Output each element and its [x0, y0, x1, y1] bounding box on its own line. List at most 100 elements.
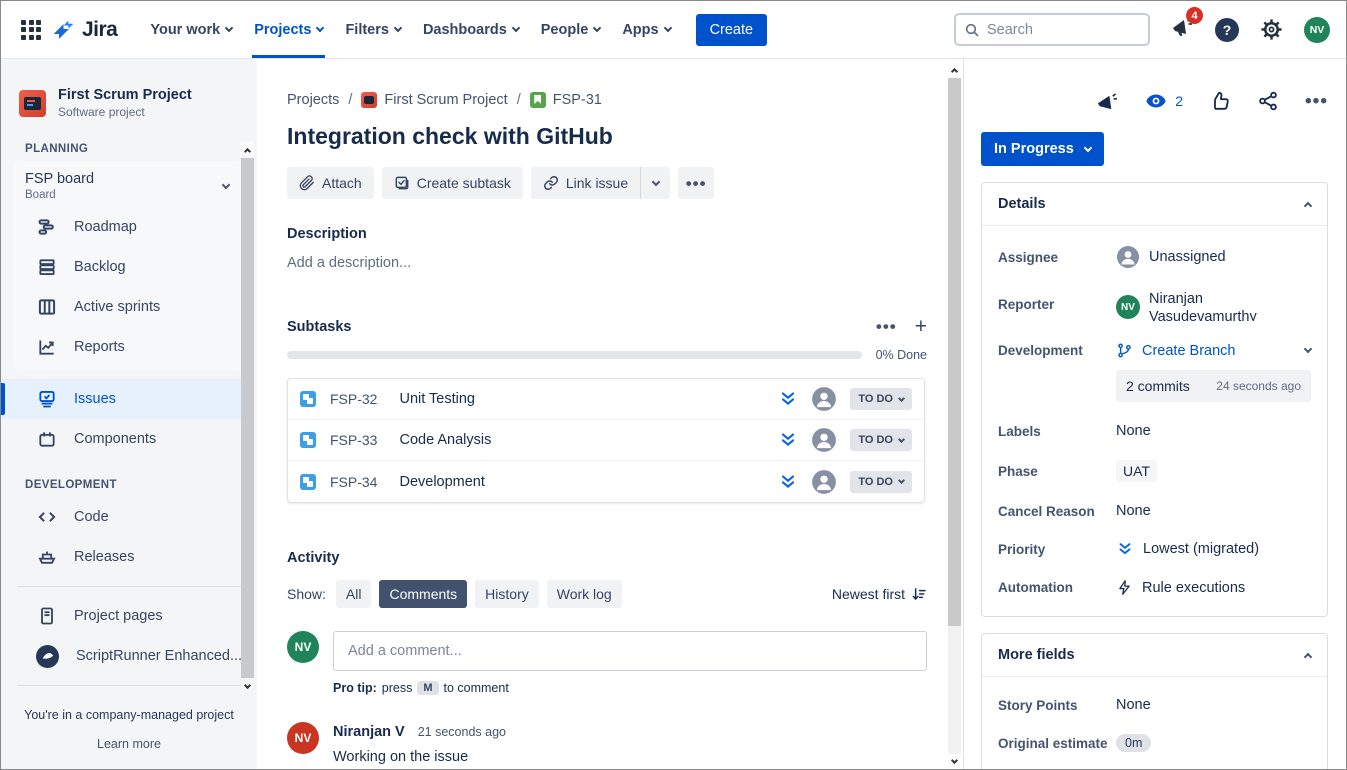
automation-value[interactable]: Rule executions [1116, 579, 1311, 596]
link-issue-button[interactable]: Link issue [531, 167, 640, 199]
filter-worklog[interactable]: Work log [547, 580, 622, 608]
commits-summary[interactable]: 2 commits 24 seconds ago [1116, 370, 1311, 402]
attach-button[interactable]: Attach [287, 167, 374, 199]
settings-button[interactable] [1260, 18, 1283, 41]
subtask-status-dropdown[interactable]: TO DO [850, 388, 912, 410]
assignee-value[interactable]: Unassigned [1116, 245, 1311, 269]
subtask-key-link[interactable]: FSP-34 [330, 474, 377, 490]
status-dropdown[interactable]: In Progress [981, 132, 1104, 166]
watch-button[interactable]: 2 [1144, 89, 1183, 113]
help-button[interactable]: ? [1215, 18, 1239, 42]
issue-title[interactable]: Integration check with GitHub [287, 123, 963, 150]
learn-more-link[interactable]: Learn more [97, 737, 161, 751]
app-switcher-icon[interactable] [21, 20, 41, 40]
sidebar-item-active-sprints[interactable]: Active sprints [13, 287, 245, 327]
nav-item-your-work[interactable]: Your work [139, 1, 243, 58]
project-name: First Scrum Project [58, 87, 192, 103]
filter-all[interactable]: All [336, 580, 372, 608]
search-input[interactable]: Search [954, 13, 1150, 46]
scroll-up-button[interactable] [948, 62, 962, 77]
board-selector[interactable]: FSP board Board [13, 163, 245, 207]
breadcrumb-project[interactable]: First Scrum Project [361, 92, 507, 108]
sidebar-item-releases[interactable]: Releases [1, 537, 257, 577]
feedback-button[interactable] [1095, 90, 1118, 113]
scroll-up-button[interactable] [240, 142, 254, 157]
link-issue-dropdown[interactable] [640, 167, 670, 199]
cancel-reason-value[interactable]: None [1116, 503, 1151, 519]
create-button[interactable]: Create [696, 14, 768, 46]
assignee-avatar-icon[interactable] [811, 427, 837, 453]
scrollbar-track[interactable] [948, 626, 961, 754]
subtask-row[interactable]: FSP-34 Development TO DO [288, 461, 924, 502]
sidebar-item-backlog[interactable]: Backlog [13, 247, 245, 287]
details-header[interactable]: Details [982, 183, 1327, 226]
panel-more-button[interactable]: ••• [1305, 92, 1328, 111]
breadcrumb-issue-key[interactable]: FSP-31 [530, 92, 602, 108]
nav-item-apps[interactable]: Apps [611, 1, 681, 58]
subtask-key-link[interactable]: FSP-32 [330, 391, 377, 407]
subtask-summary[interactable]: Development [399, 474, 778, 490]
subtasks-progress: 0% Done [287, 348, 927, 362]
issues-icon [37, 389, 57, 409]
sidebar-item-issues[interactable]: Issues [1, 379, 243, 419]
comment-item: NV Niranjan V 21 seconds ago Working on … [287, 722, 927, 769]
chevron-down-icon[interactable] [1304, 345, 1312, 353]
field-phase: Phase UAT [998, 460, 1311, 482]
sidebar-item-code[interactable]: Code [1, 497, 257, 537]
subtask-summary[interactable]: Unit Testing [399, 391, 778, 407]
sidebar-item-reports[interactable]: Reports [13, 327, 245, 367]
scroll-down-button[interactable] [240, 679, 254, 694]
create-subtask-button[interactable]: Create subtask [382, 167, 523, 199]
create-branch-link[interactable]: Create Branch [1142, 343, 1236, 359]
subtask-key-link[interactable]: FSP-33 [330, 432, 377, 448]
nav-item-filters[interactable]: Filters [334, 1, 412, 58]
comment-input[interactable]: Add a comment... [333, 631, 927, 671]
nav-item-dashboards[interactable]: Dashboards [412, 1, 530, 58]
subtasks-more-button[interactable]: ••• [876, 318, 897, 335]
scrollbar-thumb[interactable] [241, 158, 254, 678]
filter-comments[interactable]: Comments [379, 580, 467, 608]
field-reporter: Reporter NV Niranjan Vasudevamurthy [998, 290, 1311, 321]
share-icon [1257, 90, 1279, 112]
filter-history[interactable]: History [475, 580, 539, 608]
vote-button[interactable] [1209, 90, 1231, 112]
add-subtask-button[interactable]: + [915, 316, 927, 337]
subtask-row[interactable]: FSP-32 Unit Testing TO DO [288, 379, 924, 420]
sidebar-item-scriptrunner[interactable]: ScriptRunner Enhanced... [1, 636, 257, 676]
sidebar-item-components[interactable]: Components [1, 419, 257, 459]
subtask-status-dropdown[interactable]: TO DO [850, 471, 912, 493]
project-header[interactable]: First Scrum Project Software project [1, 75, 257, 133]
scroll-down-button[interactable] [948, 754, 962, 769]
sidebar-item-roadmap[interactable]: Roadmap [13, 207, 245, 247]
notifications-button[interactable]: 4 [1170, 15, 1194, 44]
priority-value[interactable]: Lowest (migrated) [1116, 540, 1311, 558]
sidebar-scrollbar [240, 142, 254, 694]
subtask-status-dropdown[interactable]: TO DO [850, 429, 912, 451]
description-placeholder[interactable]: Add a description... [287, 255, 963, 271]
story-points-value[interactable]: None [1116, 697, 1151, 713]
sidebar-item-project-pages[interactable]: Project pages [1, 596, 257, 636]
share-button[interactable] [1257, 90, 1279, 112]
breadcrumb-projects[interactable]: Projects [287, 92, 339, 108]
jira-logo[interactable]: Jira [51, 17, 117, 42]
more-fields-header[interactable]: More fields [982, 634, 1327, 677]
sort-order-control[interactable]: Newest first [832, 586, 927, 602]
assignee-avatar-icon[interactable] [811, 469, 837, 495]
estimate-value[interactable]: 0m [1116, 734, 1151, 752]
assignee-avatar-icon[interactable] [811, 386, 837, 412]
nav-item-people[interactable]: People [530, 1, 612, 58]
user-avatar[interactable]: NV [1304, 17, 1330, 43]
commits-time: 24 seconds ago [1216, 379, 1301, 393]
scrollbar-thumb[interactable] [948, 78, 961, 626]
reporter-value[interactable]: NV Niranjan Vasudevamurthy [1116, 290, 1311, 321]
labels-value[interactable]: None [1116, 423, 1151, 439]
phase-value[interactable]: UAT [1116, 460, 1157, 482]
nav-item-projects[interactable]: Projects [243, 1, 334, 58]
breadcrumb: Projects / First Scrum Project / FSP-31 [287, 92, 963, 108]
subtask-row[interactable]: FSP-33 Code Analysis TO DO [288, 420, 924, 461]
comment-author[interactable]: Niranjan V [333, 724, 405, 740]
subtask-summary[interactable]: Code Analysis [399, 432, 778, 448]
development-section-label: DEVELOPMENT [1, 479, 257, 491]
more-actions-button[interactable]: ••• [678, 167, 714, 199]
show-label: Show: [287, 586, 326, 602]
